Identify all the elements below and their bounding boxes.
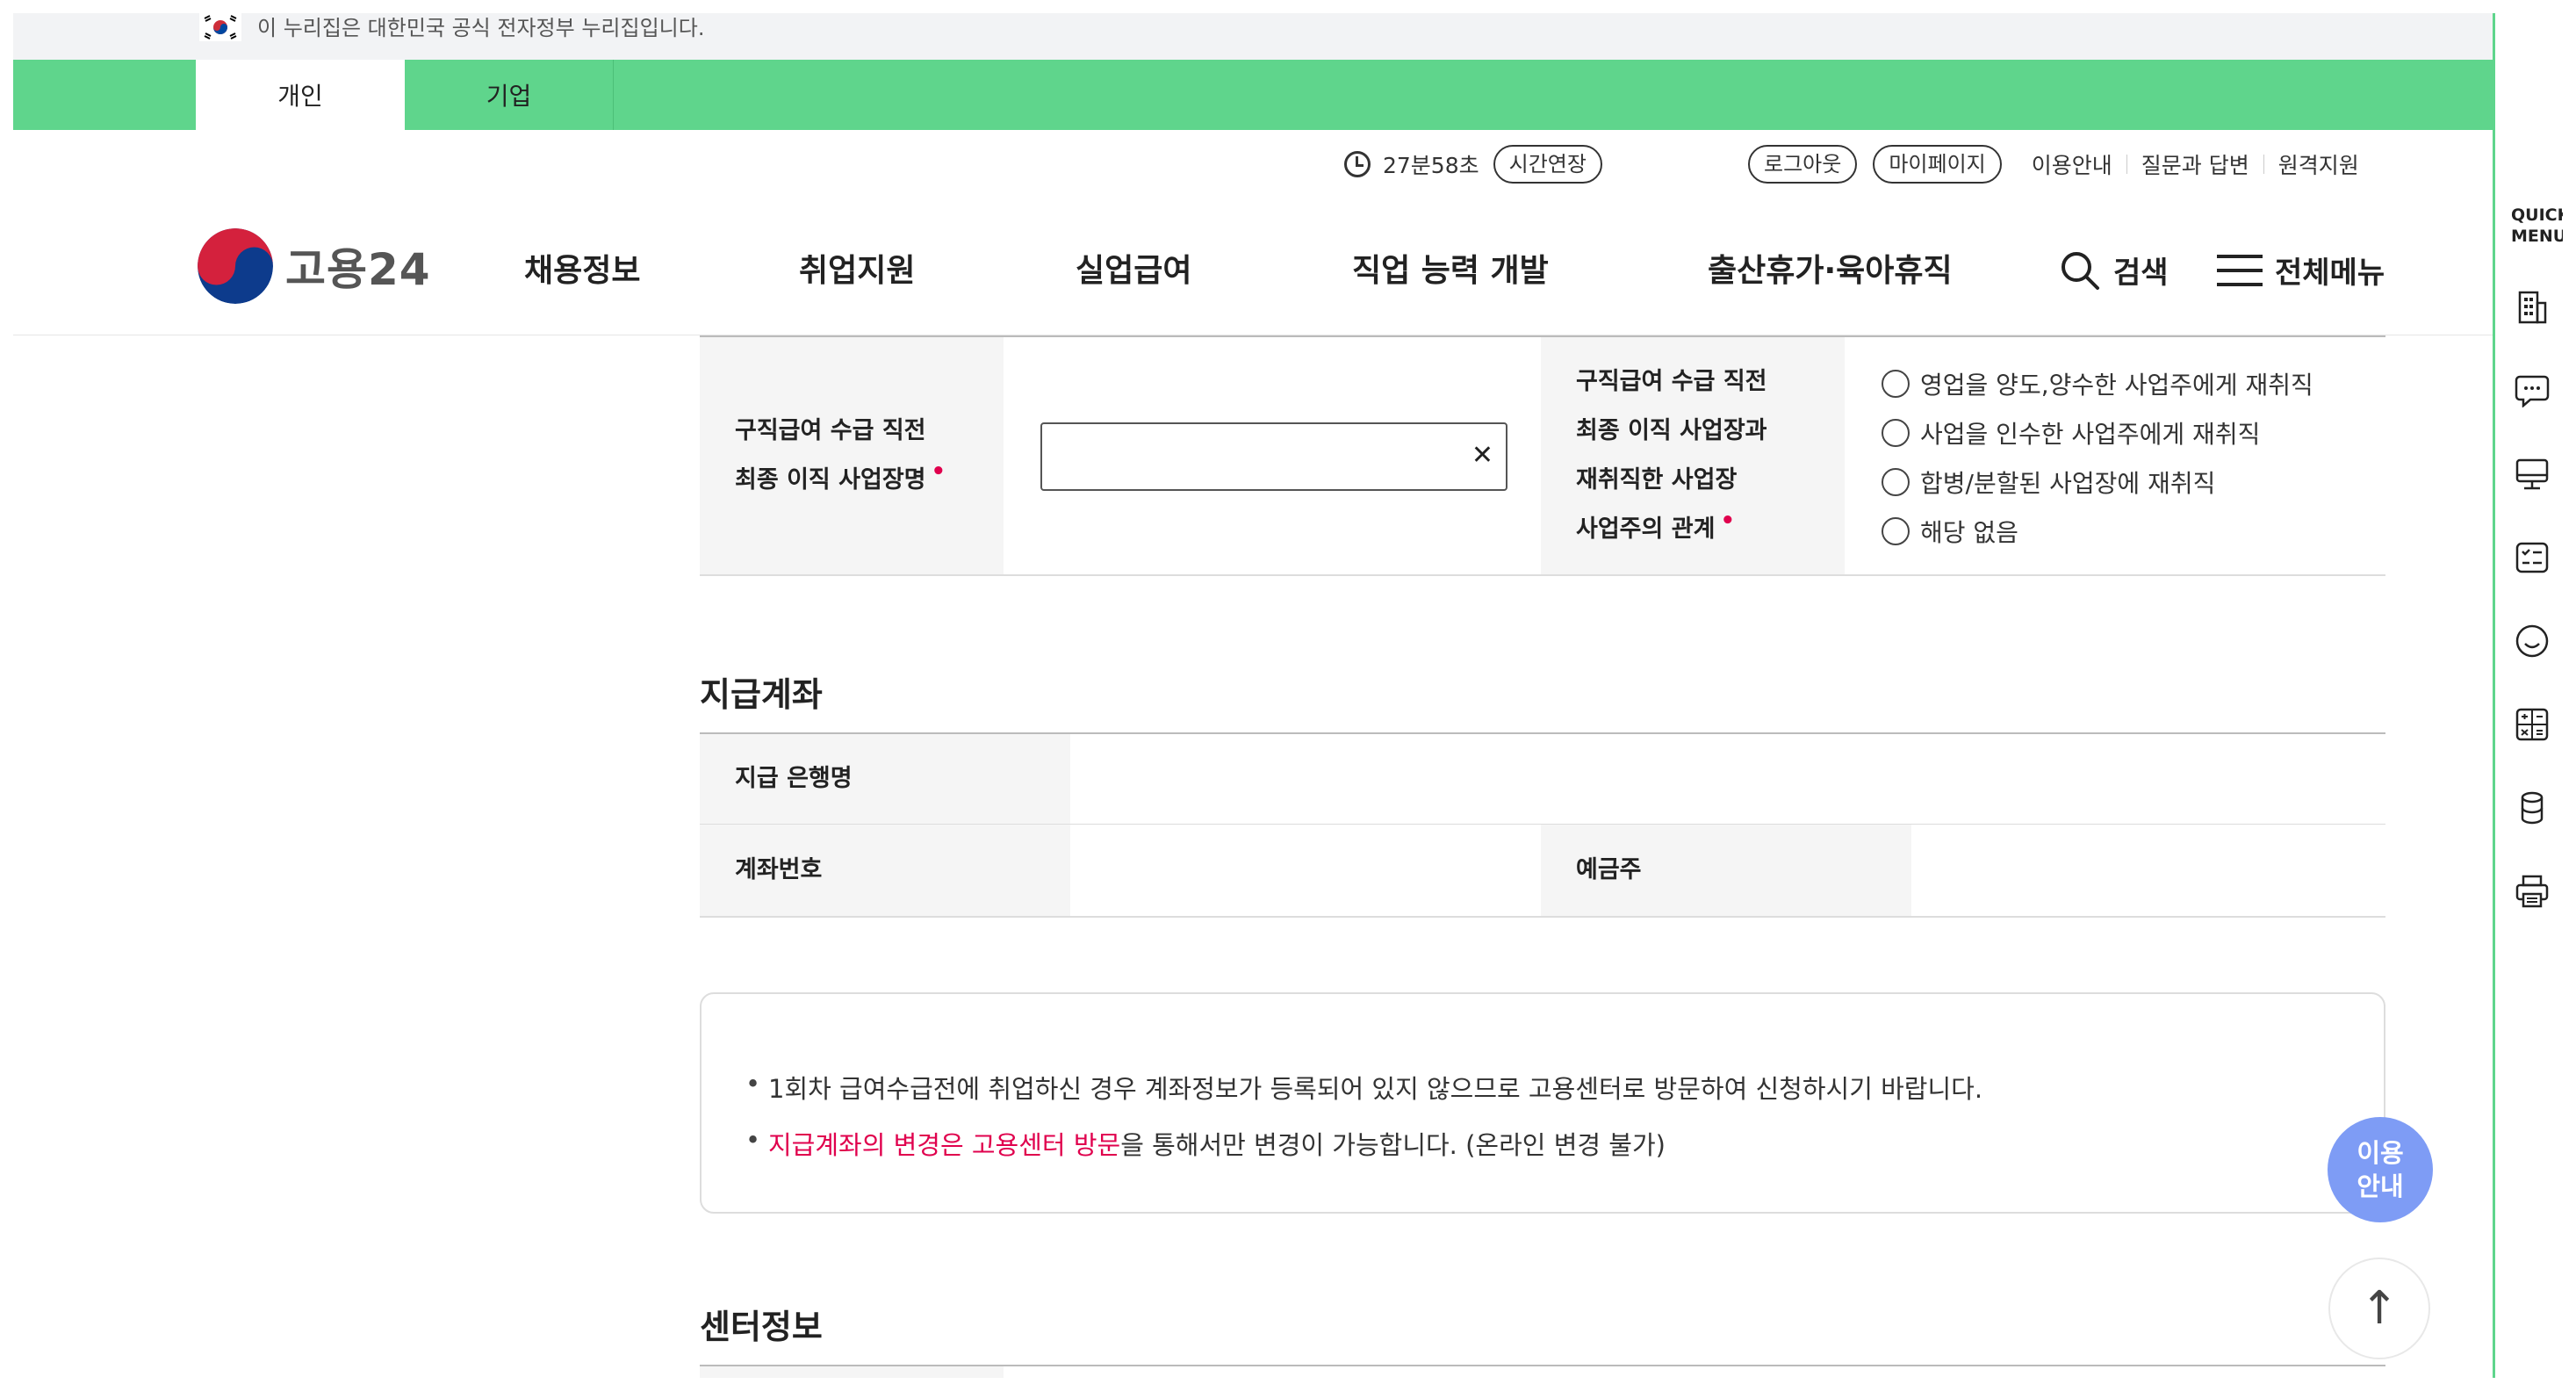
gov-banner-text: 이 누리집은 대한민국 공식 전자정부 누리집입니다.	[257, 16, 705, 40]
notice-line: 지급계좌의 변경은 고용센터 방문을 통해서만 변경이 가능합니다. (온라인 …	[745, 1125, 1666, 1162]
last-employer-label: 구직급여 수급 직전	[735, 417, 926, 444]
table-header-cell	[700, 1366, 1004, 1378]
radio-option-transfer[interactable]: 영업을 양도,양수한 사업주에게 재취직	[1882, 366, 2313, 401]
relation-label-line4: 사업주의 관계 •	[1576, 508, 1736, 543]
utility-links: 로그아웃 마이페이지 이용안내 질문과 답변 원격지원	[1748, 143, 2359, 185]
nav-maternity-parental-leave[interactable]: 출산휴가·육아휴직	[1708, 252, 1953, 291]
segment-bar: 개인 기업	[13, 60, 2493, 130]
radio-option-acquisition[interactable]: 사업을 인수한 사업주에게 재취직	[1882, 415, 2260, 450]
account-section-title: 지급계좌	[700, 675, 823, 714]
calculator-icon[interactable]	[2515, 707, 2550, 742]
notice-line: 1회차 급여수급전에 취업하신 경우 계좌정보가 등록되어 있지 않으므로 고용…	[745, 1069, 1982, 1106]
nav-unemployment-benefit[interactable]: 실업급여	[1076, 252, 1191, 291]
remote-support-link[interactable]: 원격지원	[2278, 148, 2359, 180]
qna-link[interactable]: 질문과 답변	[2141, 148, 2249, 180]
nav-vocational-training[interactable]: 직업 능력 개발	[1352, 252, 1549, 291]
radio-option-none[interactable]: 해당 없음	[1882, 514, 2018, 549]
notice-box: 1회차 급여수급전에 취업하신 경우 계좌정보가 등록되어 있지 않으므로 고용…	[700, 992, 2385, 1214]
korean-flag-icon	[199, 13, 241, 41]
relation-label-line2: 최종 이직 사업장과	[1576, 417, 1767, 444]
quick-menu-title: QUICKMENU	[2511, 205, 2563, 246]
search-icon	[2062, 251, 2099, 290]
scroll-to-top-button[interactable]: ↑	[2328, 1258, 2430, 1359]
logo-text: 고용24	[285, 244, 431, 295]
clock-icon	[1344, 151, 1371, 177]
radio-button[interactable]	[1882, 468, 1910, 496]
building-icon[interactable]	[2515, 290, 2550, 325]
relation-label-line3: 재취직한 사업장	[1576, 466, 1738, 494]
hamburger-menu-icon	[2217, 254, 2263, 286]
notice-highlight: 지급계좌의 변경은 고용센터 방문	[768, 1130, 1121, 1160]
row-divider	[700, 916, 2385, 918]
chat-icon[interactable]	[2515, 373, 2550, 408]
usage-guide-floating-button[interactable]: 이용 안내	[2328, 1117, 2433, 1222]
browser-viewport: 이 누리집은 대한민국 공식 전자정부 누리집입니다. 개인 기업 27분58초…	[13, 13, 2563, 1378]
all-menu-button[interactable]: 전체메뉴	[2217, 249, 2385, 292]
bank-name-label: 지급 은행명	[735, 765, 853, 792]
smile-icon[interactable]	[2515, 623, 2550, 659]
divider	[2263, 155, 2264, 174]
radio-button[interactable]	[1882, 419, 1910, 447]
logout-button[interactable]: 로그아웃	[1748, 145, 1858, 184]
mypage-button[interactable]: 마이페이지	[1873, 145, 2002, 184]
last-employer-label-line2: 최종 이직 사업장명 •	[735, 458, 946, 494]
radio-button[interactable]	[1882, 517, 1910, 545]
coins-icon[interactable]	[2515, 790, 2550, 825]
required-mark: •	[931, 458, 946, 485]
tab-personal[interactable]: 개인	[196, 60, 405, 130]
checklist-icon[interactable]	[2515, 540, 2550, 575]
usage-guide-link[interactable]: 이용안내	[2032, 148, 2112, 180]
last-employer-input[interactable]: ✕	[1040, 422, 1507, 491]
search-button[interactable]: 검색	[2059, 249, 2169, 292]
required-mark: •	[1720, 508, 1736, 534]
quick-menu: QUICKMENU	[2493, 13, 2563, 1378]
nav-job-info[interactable]: 채용정보	[524, 252, 640, 291]
search-label: 검색	[2113, 256, 2169, 291]
nav-employment-support[interactable]: 취업지원	[799, 252, 915, 291]
divider	[2126, 155, 2127, 174]
radio-button[interactable]	[1882, 370, 1910, 398]
arrow-up-icon: ↑	[2360, 1282, 2399, 1335]
clear-icon[interactable]: ✕	[1471, 440, 1493, 472]
tab-business[interactable]: 기업	[405, 60, 614, 130]
site-logo[interactable]: 고용24	[198, 227, 431, 306]
account-holder-label: 예금주	[1576, 856, 1642, 883]
gov-banner: 이 누리집은 대한민국 공식 전자정부 누리집입니다.	[13, 13, 2493, 60]
all-menu-label: 전체메뉴	[2275, 256, 2385, 291]
extend-time-button[interactable]: 시간연장	[1493, 145, 1602, 184]
center-info-title: 센터정보	[700, 1308, 823, 1346]
radio-option-merger[interactable]: 합병/분할된 사업장에 재취직	[1882, 465, 2215, 500]
printer-icon[interactable]	[2515, 874, 2550, 909]
relation-label-line1: 구직급여 수급 직전	[1576, 368, 1767, 395]
session-timer: 27분58초 시간연장	[1344, 143, 1602, 185]
taegeuk-logo-icon	[198, 228, 273, 304]
row-divider	[700, 574, 2385, 576]
monitor-icon[interactable]	[2515, 457, 2550, 492]
account-number-label: 계좌번호	[735, 856, 823, 883]
timer-text: 27분58초	[1383, 153, 1479, 178]
